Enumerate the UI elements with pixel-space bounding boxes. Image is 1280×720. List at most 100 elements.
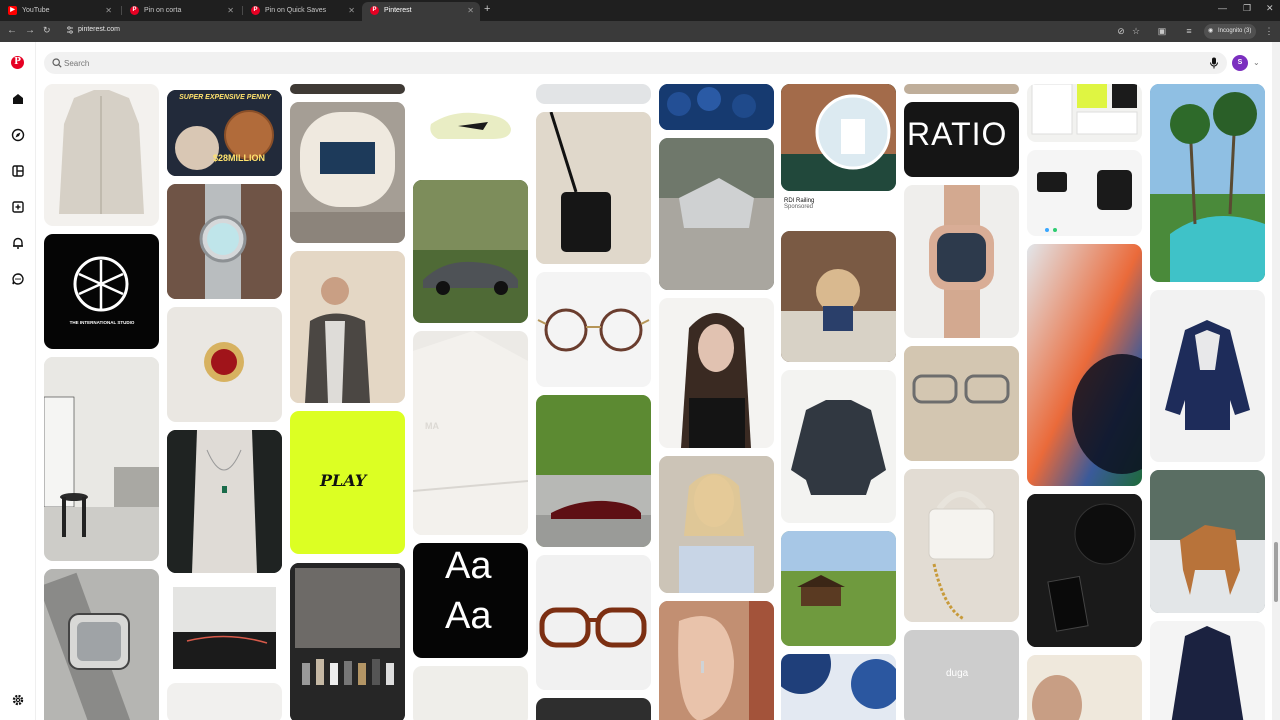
pin-selfie[interactable] [659, 456, 774, 593]
close-icon[interactable]: ✕ [227, 2, 234, 19]
incognito-badge[interactable]: ◉ Incognito (3) [1204, 24, 1257, 39]
microphone-icon[interactable] [1207, 56, 1221, 70]
pin-book[interactable] [1027, 655, 1142, 720]
maximize-icon[interactable]: ❐ [1243, 3, 1251, 14]
scrollbar-thumb[interactable] [1274, 542, 1278, 602]
penny-headline: SUPER EXPENSIVE PENNY [179, 94, 271, 101]
pin-app-ui[interactable] [1027, 150, 1142, 236]
pin-studio-logo[interactable] [44, 234, 159, 349]
create-icon[interactable] [11, 200, 25, 214]
pin-top-partial[interactable] [536, 84, 651, 104]
pin-partial[interactable] [536, 698, 651, 720]
pin-vizsla[interactable] [1150, 470, 1265, 613]
tab-title: Pin on Quick Saves [265, 7, 327, 14]
avatar[interactable]: S [1232, 55, 1248, 71]
pin-ranch[interactable] [781, 531, 896, 646]
pin-earring[interactable] [659, 601, 774, 720]
pin-glasses[interactable] [536, 272, 651, 387]
tab-youtube[interactable]: ▶ YouTube ✕ [0, 2, 118, 21]
pin-ui-design[interactable] [1027, 84, 1142, 142]
minimize-icon[interactable]: — [1218, 3, 1227, 13]
reload-icon[interactable]: ↻ [43, 25, 51, 36]
extensions-icon[interactable]: ≡ [1184, 26, 1194, 36]
pin-yohji[interactable] [1027, 494, 1142, 647]
menu-icon[interactable]: ⋮ [1264, 26, 1274, 36]
pin-portrait[interactable] [659, 298, 774, 448]
pin-closet[interactable] [290, 563, 405, 720]
close-icon[interactable]: ✕ [467, 2, 474, 19]
pin-tropical-pool[interactable] [1150, 84, 1265, 282]
pin-man-coffee[interactable] [290, 251, 405, 403]
typeface-sample-2: Aa [445, 595, 492, 637]
pin-partial[interactable] [167, 683, 282, 720]
pin-rolex[interactable] [167, 184, 282, 299]
sports-car-image [413, 180, 528, 323]
settings-gear-icon[interactable] [11, 693, 25, 707]
pin-penny[interactable] [167, 90, 282, 176]
forward-icon[interactable]: → [25, 25, 35, 36]
explore-icon[interactable] [11, 128, 25, 142]
page-scrollbar[interactable] [1272, 42, 1280, 720]
pin-sponsored-railing[interactable] [781, 84, 896, 191]
pinterest-icon: P [370, 6, 379, 15]
search-input[interactable] [64, 52, 1164, 74]
pin-interior[interactable] [44, 357, 159, 561]
pin-cardigan[interactable] [44, 84, 159, 226]
notifications-icon[interactable] [11, 236, 25, 250]
pin-sneakers[interactable] [659, 138, 774, 290]
side-panel-icon[interactable]: ▣ [1157, 26, 1167, 36]
pin-partial[interactable] [413, 666, 528, 720]
pin-blue-shapes[interactable] [781, 654, 896, 720]
url-field[interactable]: pinterest.com [78, 26, 120, 33]
bookmark-star-icon[interactable]: ☆ [1131, 26, 1141, 36]
pinterest-logo[interactable]: P [11, 56, 24, 69]
messages-icon[interactable] [11, 272, 25, 286]
pin-necklace[interactable] [167, 430, 282, 573]
back-icon[interactable]: ← [7, 25, 17, 36]
pin-tshirt[interactable]: MA [413, 331, 528, 535]
pin-gradient[interactable] [1027, 244, 1142, 486]
pin-navy-coat[interactable] [1150, 621, 1265, 720]
pin-top-partial[interactable] [290, 84, 405, 94]
pin-cleat[interactable] [413, 84, 528, 172]
pin-ring[interactable] [167, 307, 282, 422]
pin-eyeglasses[interactable] [904, 346, 1019, 461]
pin-dog[interactable] [781, 231, 896, 362]
search-bar[interactable] [44, 52, 1227, 74]
pin-top-partial[interactable] [904, 84, 1019, 94]
eye-off-icon[interactable]: ⊘ [1116, 26, 1126, 36]
pin-typography[interactable]: Aa Aa [413, 543, 528, 658]
pin-supercar[interactable] [536, 395, 651, 547]
pin-handbag[interactable] [904, 469, 1019, 622]
ratio-text: RATIO [907, 116, 1008, 152]
pin-windbreaker[interactable] [1150, 290, 1265, 462]
studio-emblem-image [73, 256, 129, 312]
chevron-down-icon[interactable]: ⌄ [1253, 58, 1260, 67]
tab-pin-on-quick-saves[interactable]: P Pin on Quick Saves ✕ [243, 2, 361, 21]
pin-ratio[interactable]: RATIO [904, 102, 1019, 177]
close-icon[interactable]: ✕ [105, 2, 112, 19]
pin-astonmartin[interactable] [413, 180, 528, 323]
window-close-icon[interactable]: ✕ [1266, 3, 1274, 14]
pin-blue-candy[interactable] [659, 84, 774, 130]
pin-crossbody-bag[interactable] [536, 112, 651, 264]
new-tab-button[interactable]: + [484, 3, 490, 15]
tab-pinterest[interactable]: P Pinterest ✕ [362, 2, 480, 21]
living-room-image [44, 357, 159, 561]
pin-tortoise-glasses[interactable] [536, 555, 651, 690]
pin-play[interactable]: PLAY [290, 411, 405, 554]
search-icon [52, 58, 62, 68]
pin-sweatshirt[interactable] [781, 370, 896, 523]
home-icon[interactable] [11, 92, 25, 106]
pin-duga[interactable]: duga [904, 630, 1019, 720]
pin-patek[interactable] [904, 185, 1019, 338]
navy-coat-image [1171, 626, 1244, 720]
site-info-icon[interactable] [66, 26, 74, 34]
boards-icon[interactable] [11, 164, 25, 178]
pin-minimal-frame[interactable] [167, 581, 282, 675]
pin-tv-room[interactable] [290, 102, 405, 243]
tab-pin-on-corta[interactable]: P Pin on corta ✕ [122, 2, 240, 21]
pin-watch[interactable] [44, 569, 159, 720]
close-icon[interactable]: ✕ [348, 2, 355, 19]
blue-candy-image [659, 84, 774, 130]
